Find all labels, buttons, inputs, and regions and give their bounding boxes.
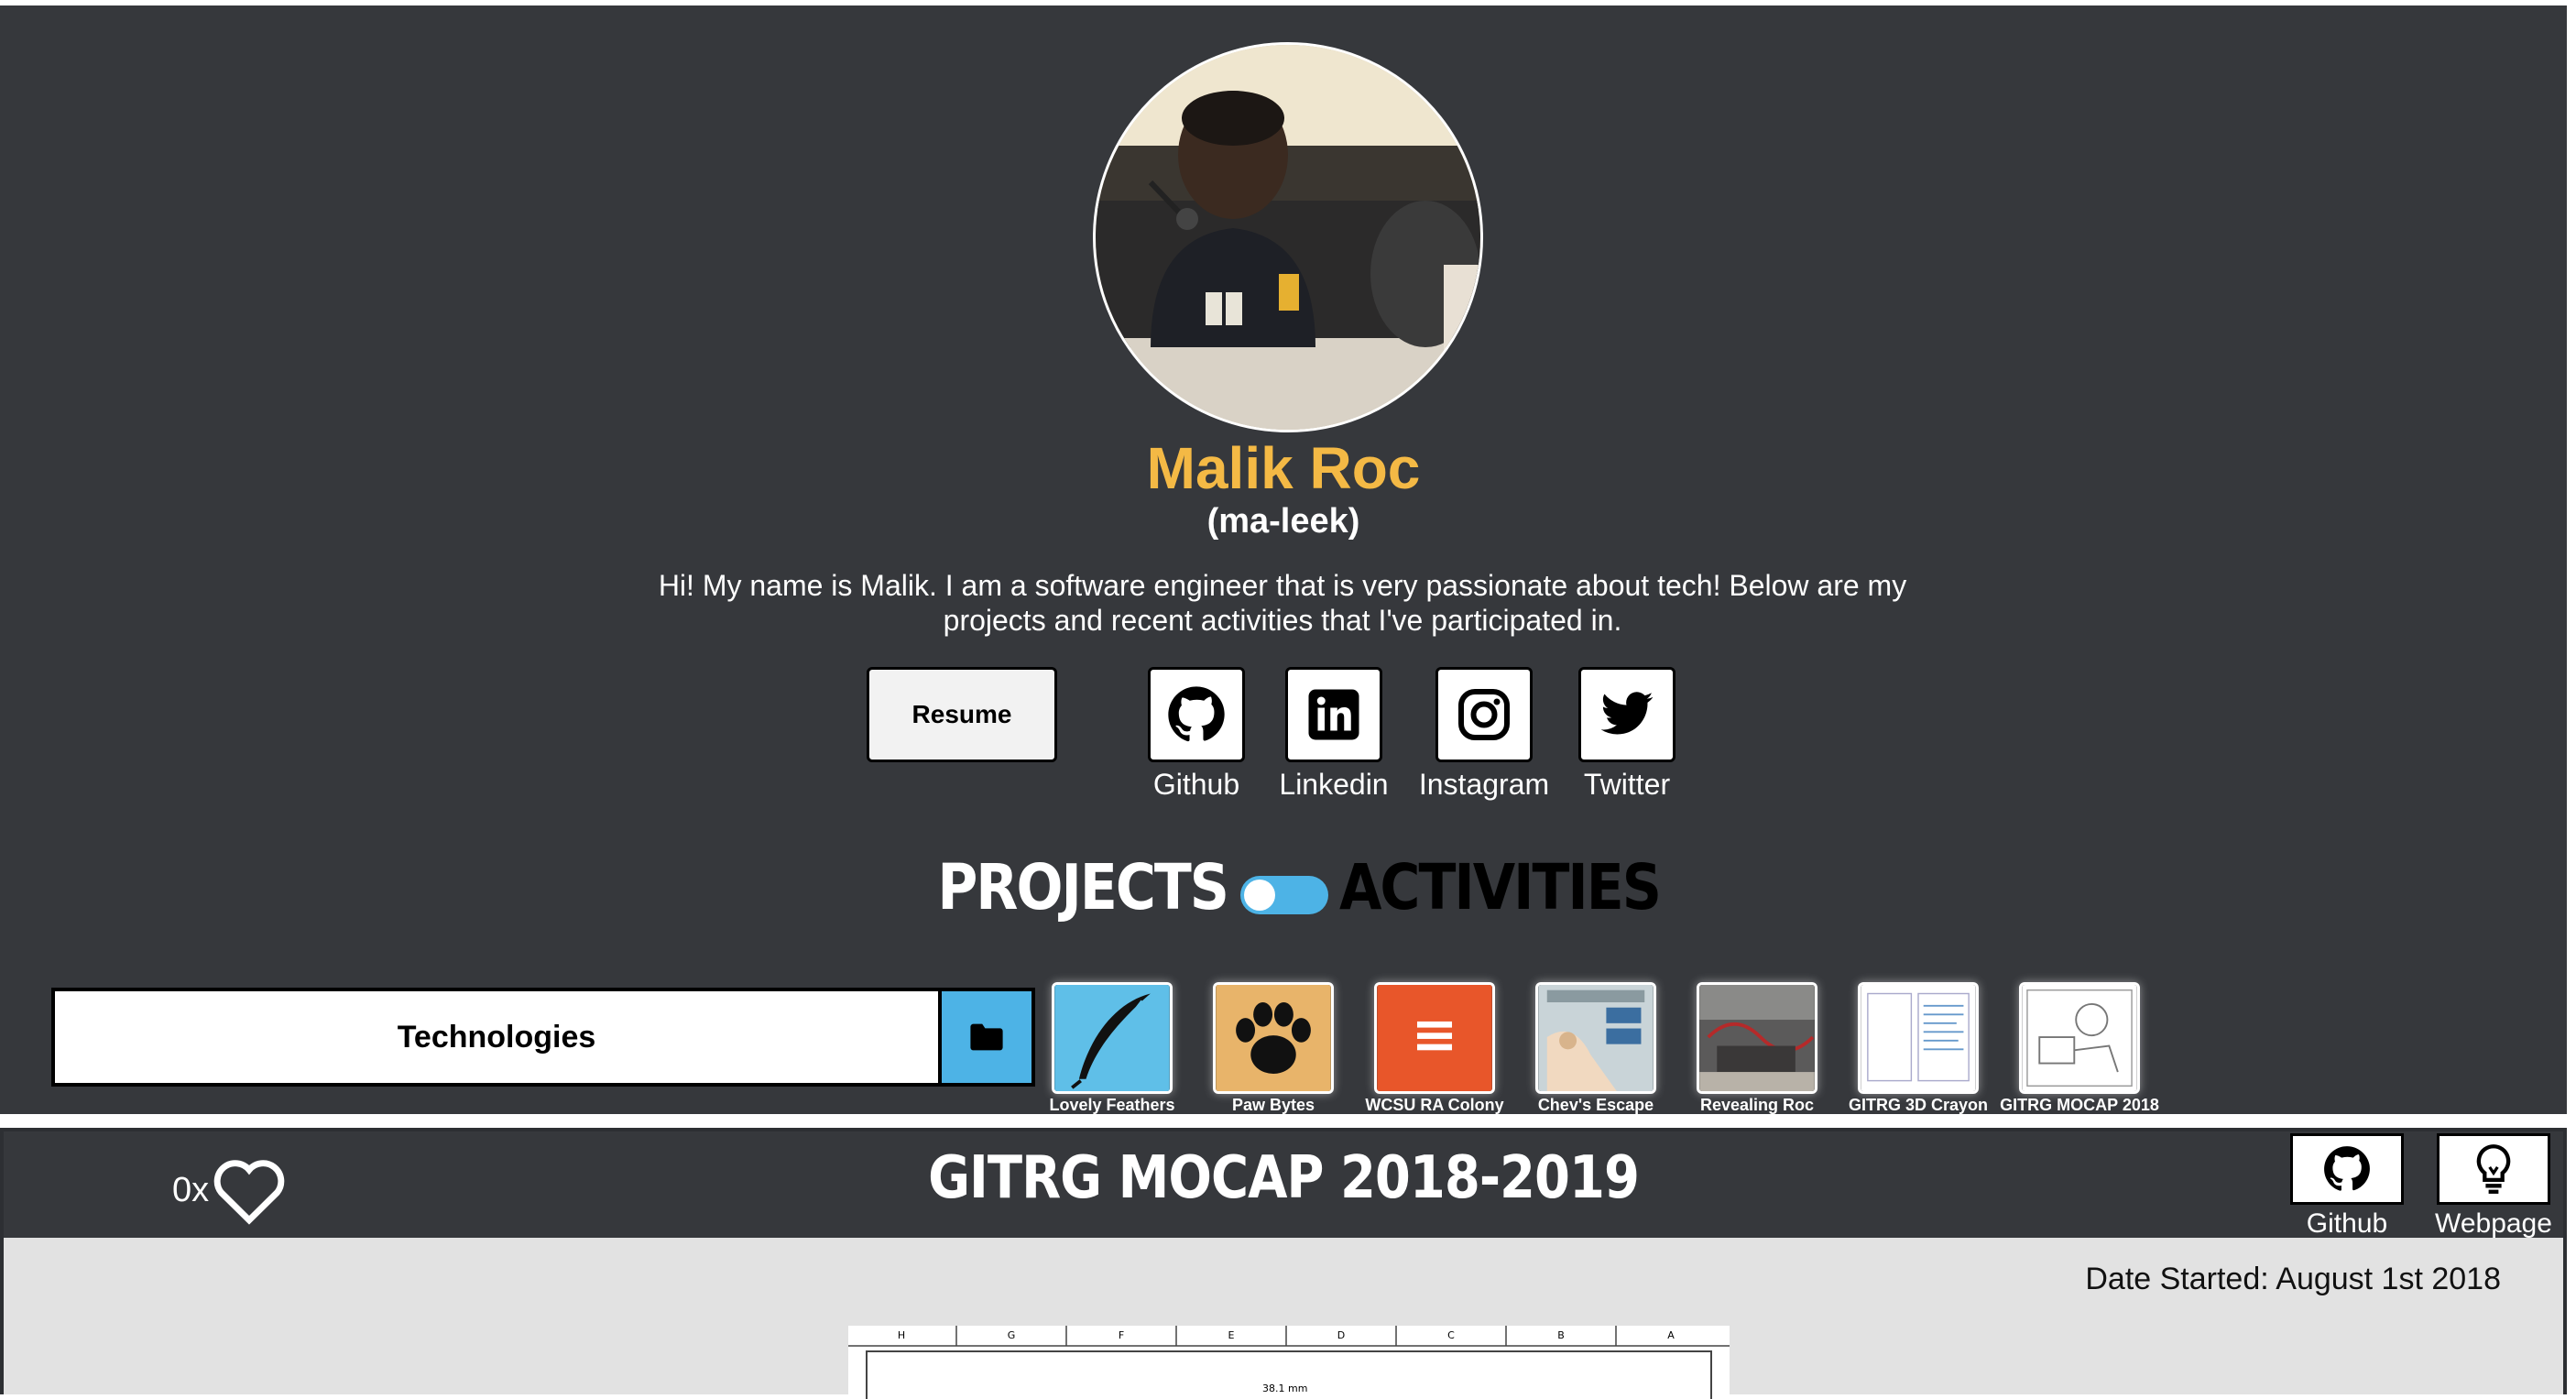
name-pronunciation: (ma-leek) (1206, 502, 1360, 541)
project-github-button[interactable]: Github (2279, 1133, 2415, 1240)
project-caption: WCSU RA Colony (1365, 1096, 1504, 1114)
profile-bio: Hi! My name is Malik. I am a software en… (658, 569, 1907, 637)
webpage-button-label: Webpage (2435, 1208, 2552, 1239)
project-title: GITRG MOCAP 2018-2019 (928, 1143, 1640, 1212)
technologies-filter[interactable]: Technologies (51, 988, 942, 1087)
project-thumb-wcsu-ra-colony[interactable]: WCSU RA Colony (1354, 982, 1515, 1115)
project-thumb-revealing-roc[interactable]: Revealing Roc (1676, 982, 1838, 1115)
project-thumb-lovely-feathers[interactable]: Lovely Feathers (1031, 982, 1193, 1115)
project-image[interactable] (1213, 982, 1334, 1094)
toggle-knob (1244, 880, 1275, 911)
project-detail-panel: 0x GITRG MOCAP 2018-2019 Github Webpage … (0, 1128, 2567, 1399)
project-caption: GITRG 3D Crayon (1848, 1096, 1989, 1114)
project-image[interactable] (1052, 982, 1173, 1094)
drawing-column-label: D (1337, 1329, 1345, 1341)
project-detail-header: 0x GITRG MOCAP 2018-2019 Github Webpage (4, 1131, 2563, 1240)
project-image[interactable] (1858, 982, 1979, 1094)
github-button-label: Github (2306, 1208, 2388, 1239)
drawing-column-label: F (1119, 1329, 1124, 1341)
avatar (1093, 42, 1483, 432)
project-thumb-gitrg-3d-crayon[interactable]: GITRG 3D Crayon (1838, 982, 1999, 1115)
folder-icon (970, 1023, 1003, 1051)
github-icon[interactable] (2290, 1133, 2404, 1205)
project-caption: Revealing Roc (1699, 1096, 1815, 1114)
linkedin-icon[interactable] (1285, 667, 1382, 762)
drawing-column-label: H (898, 1329, 905, 1341)
project-webpage-button[interactable]: Webpage (2426, 1133, 2561, 1240)
twitter-label: Twitter (1583, 768, 1671, 801)
profile-name: Malik Roc (1146, 435, 1421, 501)
date-started: Date Started: August 1st 2018 (2085, 1262, 2501, 1296)
project-thumb-paw-bytes[interactable]: Paw Bytes (1193, 982, 1354, 1115)
github-icon[interactable] (1148, 667, 1245, 762)
drawing-column-label: C (1447, 1329, 1455, 1341)
project-image[interactable] (1697, 982, 1817, 1094)
project-image[interactable] (1374, 982, 1495, 1094)
profile-photo (1096, 45, 1480, 430)
activities-toggle-label[interactable]: ACTIVITIES (1339, 851, 1662, 925)
drawing-dimension-label: 38.1 mm (1262, 1383, 1307, 1394)
projects-toggle-label[interactable]: PROJECTS (937, 851, 1229, 925)
drawing-column-label: E (1228, 1329, 1235, 1341)
drawing-column-label: B (1557, 1329, 1565, 1341)
twitter-icon[interactable] (1578, 667, 1675, 762)
project-thumb-gitrg-mocap[interactable]: GITRG MOCAP 2018 (1999, 982, 2160, 1115)
instagram-icon[interactable] (1435, 667, 1533, 762)
projects-activities-toggle: PROJECTS ACTIVITIES (0, 851, 2567, 929)
profile-header: Malik Roc (ma-leek) Hi! My name is Malik… (0, 5, 2567, 1114)
project-caption: GITRG MOCAP 2018 (2000, 1096, 2159, 1114)
project-caption: Paw Bytes (1231, 1096, 1315, 1114)
lightbulb-icon[interactable] (2437, 1133, 2550, 1205)
project-caption: Chev's Escape (1537, 1096, 1654, 1114)
project-detail-body: Date Started: August 1st 2018 H G F E D … (4, 1238, 2563, 1399)
toggle-switch[interactable] (1240, 876, 1328, 914)
project-image[interactable] (1535, 982, 1656, 1094)
project-image[interactable] (2019, 982, 2140, 1094)
project-thumb-chevs-escape[interactable]: Chev's Escape (1515, 982, 1676, 1115)
drawing-column-label: G (1008, 1329, 1016, 1341)
resume-button[interactable]: Resume (867, 667, 1057, 762)
project-caption: Lovely Feathers (1049, 1096, 1175, 1114)
technologies-folder-button[interactable] (942, 988, 1035, 1087)
twitter-link[interactable]: Twitter (1535, 667, 1719, 802)
technical-drawing: H G F E D C B A 38.1 mm (848, 1326, 1730, 1399)
drawing-column-label: A (1667, 1329, 1675, 1341)
